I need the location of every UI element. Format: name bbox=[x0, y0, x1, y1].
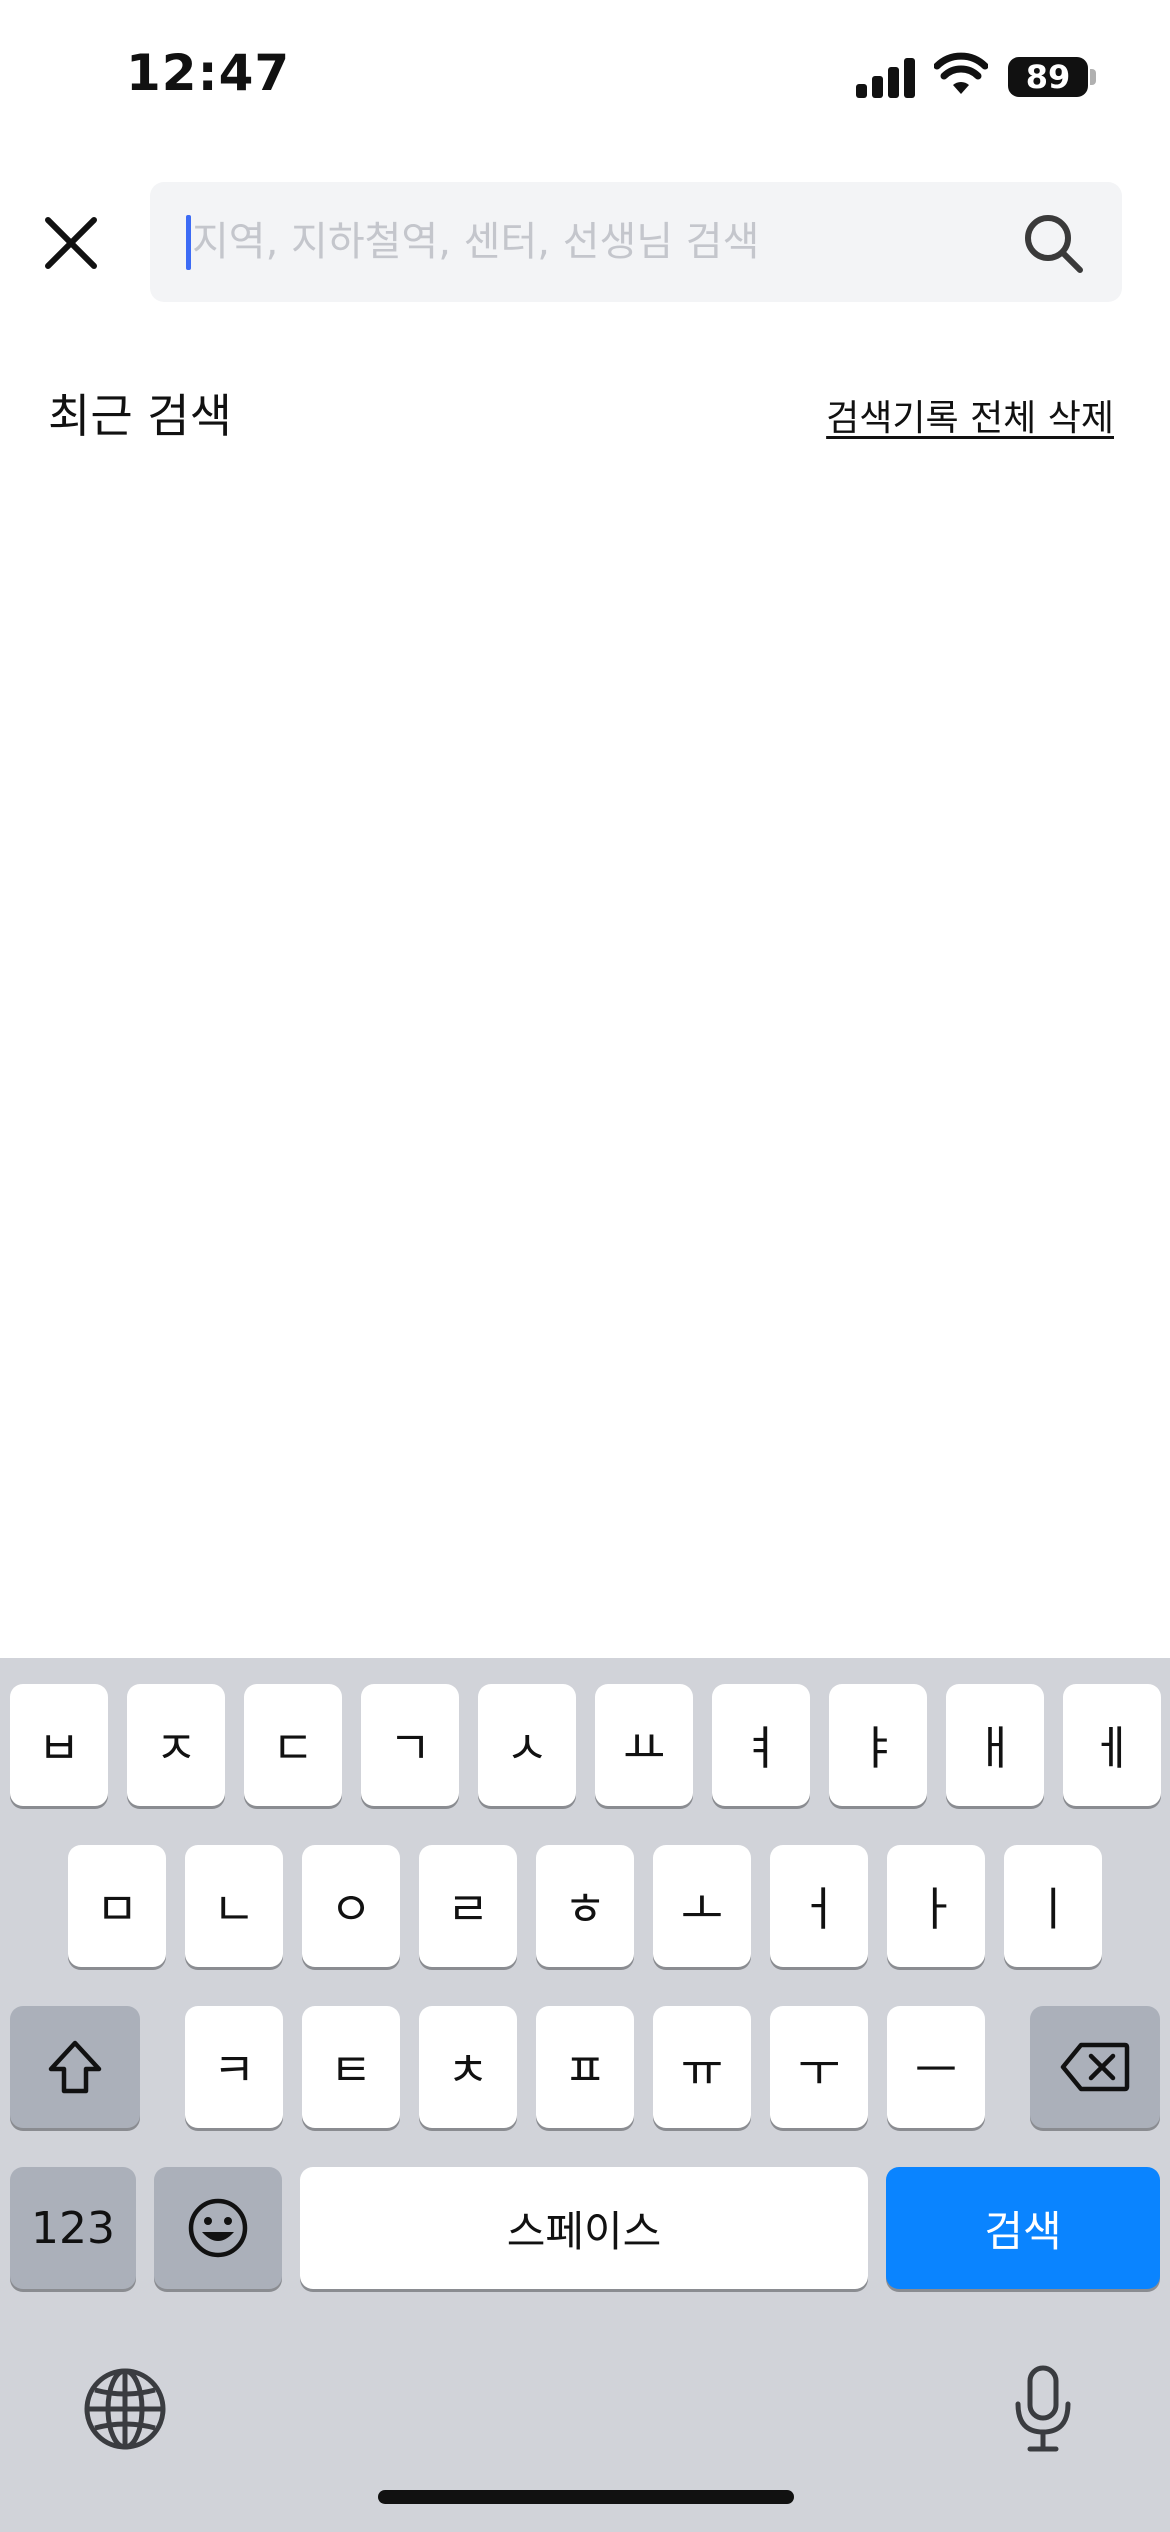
key[interactable]: ㄴ bbox=[185, 1845, 283, 1967]
battery-indicator: 89 bbox=[1008, 57, 1088, 97]
key[interactable]: ㅐ bbox=[946, 1684, 1044, 1806]
backspace-icon bbox=[1060, 2042, 1130, 2092]
wifi-icon bbox=[934, 52, 988, 94]
clear-search-history-link[interactable]: 검색기록 전체 삭제 bbox=[826, 389, 1114, 441]
numbers-key[interactable]: 123 bbox=[10, 2167, 136, 2289]
key[interactable]: ㅌ bbox=[302, 2006, 400, 2128]
key[interactable]: ㅇ bbox=[302, 1845, 400, 1967]
key[interactable]: ㅈ bbox=[127, 1684, 225, 1806]
emoji-key[interactable] bbox=[154, 2167, 282, 2289]
key[interactable]: ㅎ bbox=[536, 1845, 634, 1967]
key[interactable]: ㅊ bbox=[419, 2006, 517, 2128]
key[interactable]: ㅡ bbox=[887, 2006, 985, 2128]
close-button[interactable] bbox=[36, 208, 106, 278]
key[interactable]: ㅔ bbox=[1063, 1684, 1161, 1806]
key[interactable]: ㅂ bbox=[10, 1684, 108, 1806]
space-key[interactable]: 스페이스 bbox=[300, 2167, 868, 2289]
text-cursor bbox=[186, 215, 191, 270]
search-input[interactable] bbox=[192, 182, 1012, 302]
microphone-icon[interactable] bbox=[1008, 2364, 1078, 2454]
key[interactable]: ㅜ bbox=[770, 2006, 868, 2128]
key[interactable]: ㅍ bbox=[536, 2006, 634, 2128]
shift-icon bbox=[48, 2040, 102, 2094]
shift-key[interactable] bbox=[10, 2006, 140, 2128]
key[interactable]: ㄷ bbox=[244, 1684, 342, 1806]
search-icon[interactable] bbox=[1020, 210, 1086, 276]
recent-search-title: 최근 검색 bbox=[48, 389, 232, 443]
search-bar[interactable] bbox=[150, 182, 1122, 302]
key[interactable]: ㅁ bbox=[68, 1845, 166, 1967]
emoji-icon bbox=[188, 2198, 248, 2258]
close-icon bbox=[45, 217, 97, 269]
backspace-key[interactable] bbox=[1030, 2006, 1160, 2128]
key[interactable]: ㅅ bbox=[478, 1684, 576, 1806]
cellular-signal-icon bbox=[856, 58, 916, 98]
key[interactable]: ㅣ bbox=[1004, 1845, 1102, 1967]
key[interactable]: ㅏ bbox=[887, 1845, 985, 1967]
search-key[interactable]: 검색 bbox=[886, 2167, 1160, 2289]
key[interactable]: ㅗ bbox=[653, 1845, 751, 1967]
globe-icon[interactable] bbox=[82, 2366, 168, 2452]
key[interactable]: ㅋ bbox=[185, 2006, 283, 2128]
key[interactable]: ㅓ bbox=[770, 1845, 868, 1967]
keyboard: ㅂ ㅈ ㄷ ㄱ ㅅ ㅛ ㅕ ㅑ ㅐ ㅔ ㅁ ㄴ ㅇ ㄹ ㅎ ㅗ ㅓ ㅏ ㅣ ㅋ … bbox=[0, 1658, 1170, 2532]
key[interactable]: ㅛ bbox=[595, 1684, 693, 1806]
key[interactable]: ㄹ bbox=[419, 1845, 517, 1967]
status-time: 12:47 bbox=[126, 44, 291, 102]
status-bar: 12:47 89 bbox=[0, 0, 1170, 150]
key[interactable]: ㅑ bbox=[829, 1684, 927, 1806]
home-indicator[interactable] bbox=[378, 2490, 794, 2504]
key[interactable]: ㅕ bbox=[712, 1684, 810, 1806]
battery-tip bbox=[1090, 69, 1096, 85]
key[interactable]: ㅠ bbox=[653, 2006, 751, 2128]
key[interactable]: ㄱ bbox=[361, 1684, 459, 1806]
